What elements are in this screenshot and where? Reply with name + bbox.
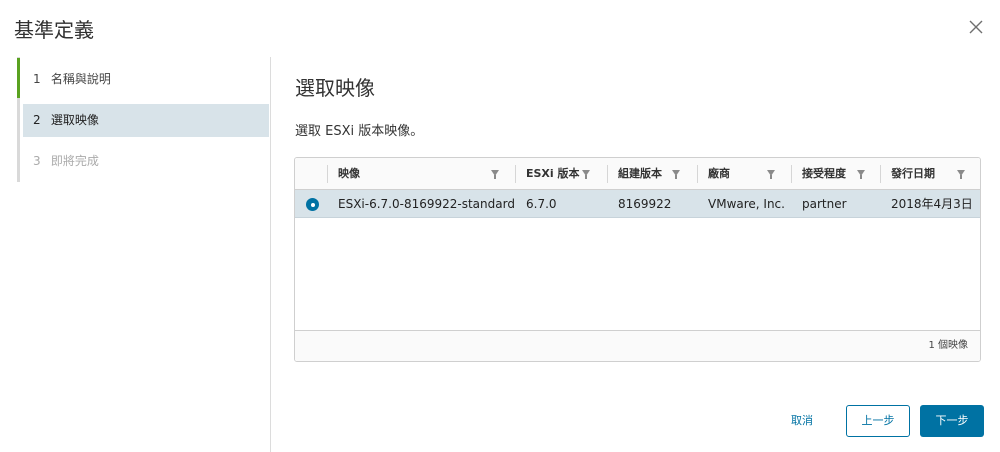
cell-acceptance-level: partner [802, 197, 847, 211]
filter-icon[interactable] [582, 170, 590, 179]
step-select-image[interactable]: 2 選取映像 [23, 104, 269, 137]
back-button[interactable]: 上一步 [846, 405, 910, 437]
table-row[interactable]: ESXi-6.7.0-8169922-standard 6.7.0 816992… [295, 190, 980, 218]
step-number: 2 [33, 113, 41, 127]
filter-icon[interactable] [767, 170, 775, 179]
datagrid-footer: 1 個映像 [295, 330, 980, 361]
cell-esxi-version: 6.7.0 [526, 197, 557, 211]
filter-icon[interactable] [857, 170, 865, 179]
cell-vendor: VMware, Inc. [708, 197, 785, 211]
close-icon[interactable] [965, 16, 987, 38]
row-select-radio[interactable] [306, 198, 319, 211]
column-header-vendor[interactable]: 廠商 [698, 158, 791, 190]
page-title: 選取映像 [295, 76, 375, 100]
column-header-acceptance-level[interactable]: 接受程度 [792, 158, 880, 190]
cell-build-version: 8169922 [618, 197, 672, 211]
step-name-description[interactable]: 1 名稱與說明 [17, 60, 269, 98]
cancel-button[interactable]: 取消 [780, 405, 824, 437]
cell-release-date: 2018年4月3日 [891, 197, 973, 211]
filter-icon[interactable] [957, 170, 965, 179]
filter-icon[interactable] [672, 170, 680, 179]
image-datagrid: 映像 ESXi 版本 組建版本 廠商 接受程度 發行日期 ESXi-6.7.0-… [294, 157, 981, 362]
step-number: 3 [33, 154, 41, 168]
step-label: 名稱與說明 [50, 72, 111, 86]
datagrid-header: 映像 ESXi 版本 組建版本 廠商 接受程度 發行日期 [295, 158, 980, 190]
step-ready-to-complete: 3 即將完成 [17, 145, 269, 178]
item-count: 1 個映像 [928, 340, 968, 351]
next-button[interactable]: 下一步 [920, 405, 984, 437]
step-number: 1 [33, 72, 41, 86]
column-header-image[interactable]: 映像 [328, 158, 515, 190]
cell-image: ESXi-6.7.0-8169922-standard [338, 197, 515, 211]
column-header-esxi-version[interactable]: ESXi 版本 [516, 158, 607, 190]
wizard-steps-sidebar: 1 名稱與說明 2 選取映像 3 即將完成 [0, 57, 271, 452]
step-label: 選取映像 [50, 113, 99, 127]
step-label: 即將完成 [50, 154, 99, 168]
dialog-title: 基準定義 [14, 18, 94, 42]
filter-icon[interactable] [491, 170, 499, 179]
column-header-release-date[interactable]: 發行日期 [881, 158, 980, 190]
page-subtitle: 選取 ESXi 版本映像。 [295, 124, 424, 139]
column-header-build-version[interactable]: 組建版本 [608, 158, 697, 190]
